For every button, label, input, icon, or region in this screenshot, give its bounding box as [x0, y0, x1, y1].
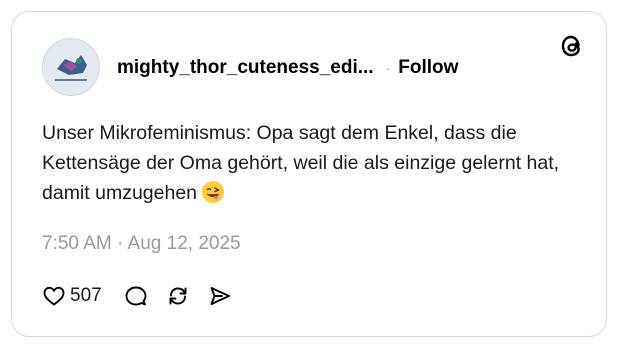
repost-button[interactable] [166, 284, 190, 308]
send-icon [208, 284, 232, 308]
comment-icon [124, 284, 148, 308]
post-timestamp[interactable]: 7:50 AM · Aug 12, 2025 [42, 233, 241, 255]
winking-face-with-tongue-emoji [201, 180, 225, 204]
post-text: Unser Mikrofeminismus: Opa sagt dem Enke… [42, 122, 560, 204]
follow-button[interactable]: Follow [398, 57, 458, 79]
share-button[interactable] [208, 284, 232, 308]
threads-logo-icon[interactable] [558, 32, 586, 60]
avatar[interactable] [42, 38, 100, 96]
username-link[interactable]: mighty_thor_cuteness_edi... [117, 57, 374, 79]
post-body: Unser Mikrofeminismus: Opa sagt dem Enke… [42, 118, 582, 208]
post-header: mighty_thor_cuteness_edi... · Follow [117, 55, 458, 81]
heart-icon [42, 284, 66, 308]
separator-dot: · [385, 60, 391, 76]
post-card: mighty_thor_cuteness_edi... · Follow Uns… [11, 11, 607, 337]
like-count: 507 [70, 285, 102, 306]
reply-button[interactable] [124, 284, 148, 308]
action-bar: 507 [42, 282, 232, 310]
like-button[interactable]: 507 [42, 284, 124, 308]
repost-icon [166, 284, 190, 308]
